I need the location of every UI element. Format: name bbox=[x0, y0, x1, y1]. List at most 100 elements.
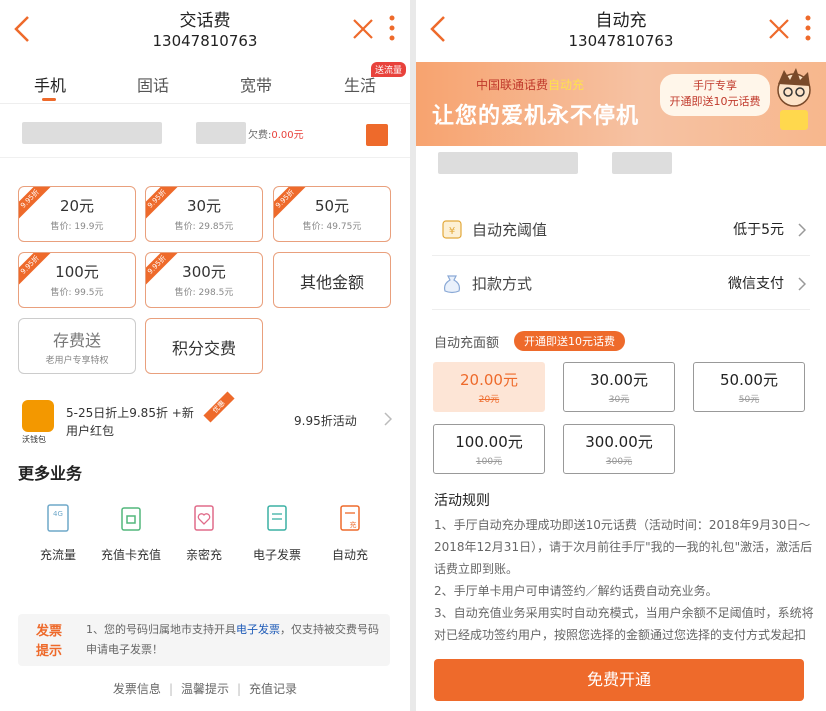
tab-mobile[interactable]: 手机 bbox=[34, 72, 66, 96]
banner-subtitle: 中国联通话费自动充 bbox=[476, 78, 585, 92]
account-row: 欠费:0.00元 bbox=[0, 112, 410, 158]
amount-option-100[interactable]: 9.95折 100元 售价: 99.5元 bbox=[18, 252, 136, 308]
chevron-right-icon bbox=[798, 223, 806, 237]
phone-number: 13047810763 bbox=[152, 32, 258, 50]
activity-label: 9.95折活动 bbox=[294, 414, 357, 428]
face-option-50[interactable]: 50.00元 50元 bbox=[693, 362, 805, 412]
option-original: 30元 bbox=[608, 395, 630, 405]
face-option-100[interactable]: 100.00元 100元 bbox=[433, 424, 545, 474]
payment-label: 扣款方式 bbox=[472, 275, 533, 293]
option-value: 20.00元 bbox=[460, 371, 518, 389]
payment-value: 微信支付 bbox=[728, 276, 784, 292]
service-label: 充值卡充值 bbox=[100, 548, 161, 562]
face-option-20[interactable]: 20.00元 20元 bbox=[433, 362, 545, 412]
amount-price: 售价: 19.9元 bbox=[50, 222, 104, 232]
amount-option-300[interactable]: 9.95折 300元 售价: 298.5元 bbox=[145, 252, 263, 308]
points-pay-label: 积分交费 bbox=[171, 339, 236, 358]
active-tab-indicator bbox=[42, 98, 56, 101]
wallet-name: 沃钱包 bbox=[22, 435, 46, 444]
data-top-up-icon: 4G bbox=[47, 504, 69, 532]
points-pay-button[interactable]: 积分交费 bbox=[145, 318, 263, 374]
option-value: 100.00元 bbox=[455, 433, 523, 451]
service-label: 自动充 bbox=[331, 548, 368, 562]
blurred-account-info bbox=[612, 152, 672, 174]
other-amount-button[interactable]: 其他金额 bbox=[273, 252, 391, 308]
family-heart-icon bbox=[194, 505, 214, 531]
tab-broadband[interactable]: 宽带 bbox=[240, 72, 272, 96]
discount-activity-card[interactable]: 优惠 9.95折活动 bbox=[203, 391, 398, 442]
threshold-row[interactable]: ¥ 自动充阈值 低于5元 bbox=[432, 202, 810, 256]
phone-number: 13047810763 bbox=[568, 32, 674, 50]
service-data-top-up[interactable]: 4G 充流量 bbox=[23, 504, 93, 563]
amount-option-30[interactable]: 9.95折 30元 售价: 29.85元 bbox=[145, 186, 263, 242]
invoice-tag: 发票 提示 bbox=[36, 624, 63, 659]
face-option-30[interactable]: 30.00元 30元 bbox=[563, 362, 675, 412]
owed-amount: 欠费:0.00元 bbox=[248, 130, 304, 141]
rule-item: 1、手厅自动充办理成功即送10元话费（活动时间：2018年9月30日～2018年… bbox=[434, 518, 813, 576]
free-activate-button[interactable]: 免费开通 bbox=[434, 659, 804, 701]
option-original: 300元 bbox=[605, 457, 633, 467]
page-title: 自动充 bbox=[595, 11, 647, 31]
footer-links: 发票信息 | 温馨提示 | 充值记录 bbox=[112, 682, 298, 696]
category-tabs: 手机 固话 宽带 生活 送流量 bbox=[0, 62, 410, 104]
threshold-label: 自动充阈值 bbox=[472, 221, 548, 239]
service-e-invoice[interactable]: 电子发票 bbox=[242, 504, 312, 563]
option-original: 100元 bbox=[475, 457, 503, 467]
more-menu-icon[interactable] bbox=[388, 14, 396, 42]
promo-flag: 优惠 bbox=[203, 391, 235, 423]
header: 交话费 13047810763 bbox=[0, 0, 410, 58]
svg-text:充: 充 bbox=[350, 520, 357, 529]
auto-recharge-screen: 自动充 13047810763 中国联通话费自动充 让您的爱机永不停机 手厅专享… bbox=[416, 0, 826, 711]
rule-item: 2、手厅单卡用户可申请签约／解约话费自动充业务。 bbox=[434, 584, 718, 598]
service-label: 电子发票 bbox=[252, 548, 301, 562]
tab-landline[interactable]: 固话 bbox=[137, 72, 169, 96]
face-value-badge: 开通即送10元话费 bbox=[514, 331, 625, 351]
service-auto-recharge[interactable]: 充 自动充 bbox=[315, 504, 385, 563]
deposit-sub-label: 老用户专享特权 bbox=[45, 356, 109, 366]
recharge-card-icon bbox=[121, 507, 141, 531]
invoice-notice-text: 1、您的号码归属地市支持开具电子发票，仅支持被交费号码申请电子发票！ bbox=[86, 623, 379, 656]
svg-text:¥: ¥ bbox=[449, 226, 455, 237]
option-original: 50元 bbox=[738, 395, 760, 405]
option-value: 300.00元 bbox=[585, 433, 653, 451]
deposit-gift-button[interactable]: 存费送 老用户专享特权 bbox=[18, 318, 136, 374]
face-option-300[interactable]: 300.00元 300元 bbox=[563, 424, 675, 474]
contact-icon[interactable] bbox=[366, 124, 388, 146]
more-services-title: 更多业务 bbox=[18, 464, 83, 483]
service-label: 充流量 bbox=[39, 548, 76, 562]
invoice-info-link[interactable]: 发票信息 bbox=[113, 682, 161, 696]
traffic-gift-badge: 送流量 bbox=[370, 62, 406, 77]
service-label: 亲密充 bbox=[185, 548, 222, 562]
wallet-promo-text[interactable]: 5-25日折上9.85折 +新用户红包 bbox=[66, 404, 196, 440]
close-icon[interactable] bbox=[352, 18, 374, 40]
invoice-notice: 发票 提示 1、您的号码归属地市支持开具电子发票，仅支持被交费号码申请电子发票！ bbox=[18, 614, 390, 666]
service-card-recharge[interactable]: 充值卡充值 bbox=[96, 504, 166, 563]
wallet-coin-icon: ¥ bbox=[442, 220, 462, 239]
rules-text: 1、手厅自动充办理成功即送10元话费（活动时间：2018年9月30日～2018年… bbox=[434, 514, 814, 646]
rules-title: 活动规则 bbox=[434, 493, 490, 509]
payment-method-row[interactable]: 扣款方式 微信支付 bbox=[432, 256, 810, 310]
rule-item: 3、自动充值业务采用实时自动充模式，当用户余额不足阈值时，系统将对已经成功签约用… bbox=[434, 606, 814, 642]
invoice-icon bbox=[267, 505, 287, 531]
promo-banner[interactable]: 中国联通话费自动充 让您的爱机永不停机 手厅专享 开通即送10元话费 bbox=[416, 62, 826, 146]
header: 自动充 13047810763 bbox=[416, 0, 826, 58]
e-invoice-link[interactable]: 电子发票 bbox=[236, 623, 280, 636]
amount-option-20[interactable]: 9.95折 20元 售价: 19.9元 bbox=[18, 186, 136, 242]
recharge-screen: 交话费 13047810763 手机 固话 宽带 生活 送流量 欠费:0.00元… bbox=[0, 0, 410, 711]
more-menu-icon[interactable] bbox=[804, 14, 812, 42]
service-family-recharge[interactable]: 亲密充 bbox=[169, 504, 239, 563]
promo-row: 沃钱包 5-25日折上9.85折 +新用户红包 优惠 9.95折活动 bbox=[12, 391, 398, 448]
amount-price: 售价: 298.5元 bbox=[174, 288, 234, 298]
money-bag-icon bbox=[443, 275, 461, 294]
chevron-right-icon bbox=[384, 412, 392, 426]
tips-link[interactable]: 温馨提示 bbox=[181, 682, 229, 696]
recharge-history-link[interactable]: 充值记录 bbox=[249, 682, 297, 696]
option-value: 50.00元 bbox=[720, 371, 778, 389]
blurred-account-info bbox=[196, 122, 246, 144]
amount-price: 售价: 29.85元 bbox=[174, 222, 234, 232]
amount-price: 售价: 99.5元 bbox=[50, 288, 104, 298]
close-icon[interactable] bbox=[768, 18, 790, 40]
threshold-value: 低于5元 bbox=[733, 222, 784, 238]
option-original: 20元 bbox=[478, 395, 500, 405]
amount-option-50[interactable]: 9.95折 50元 售价: 49.75元 bbox=[273, 186, 391, 242]
